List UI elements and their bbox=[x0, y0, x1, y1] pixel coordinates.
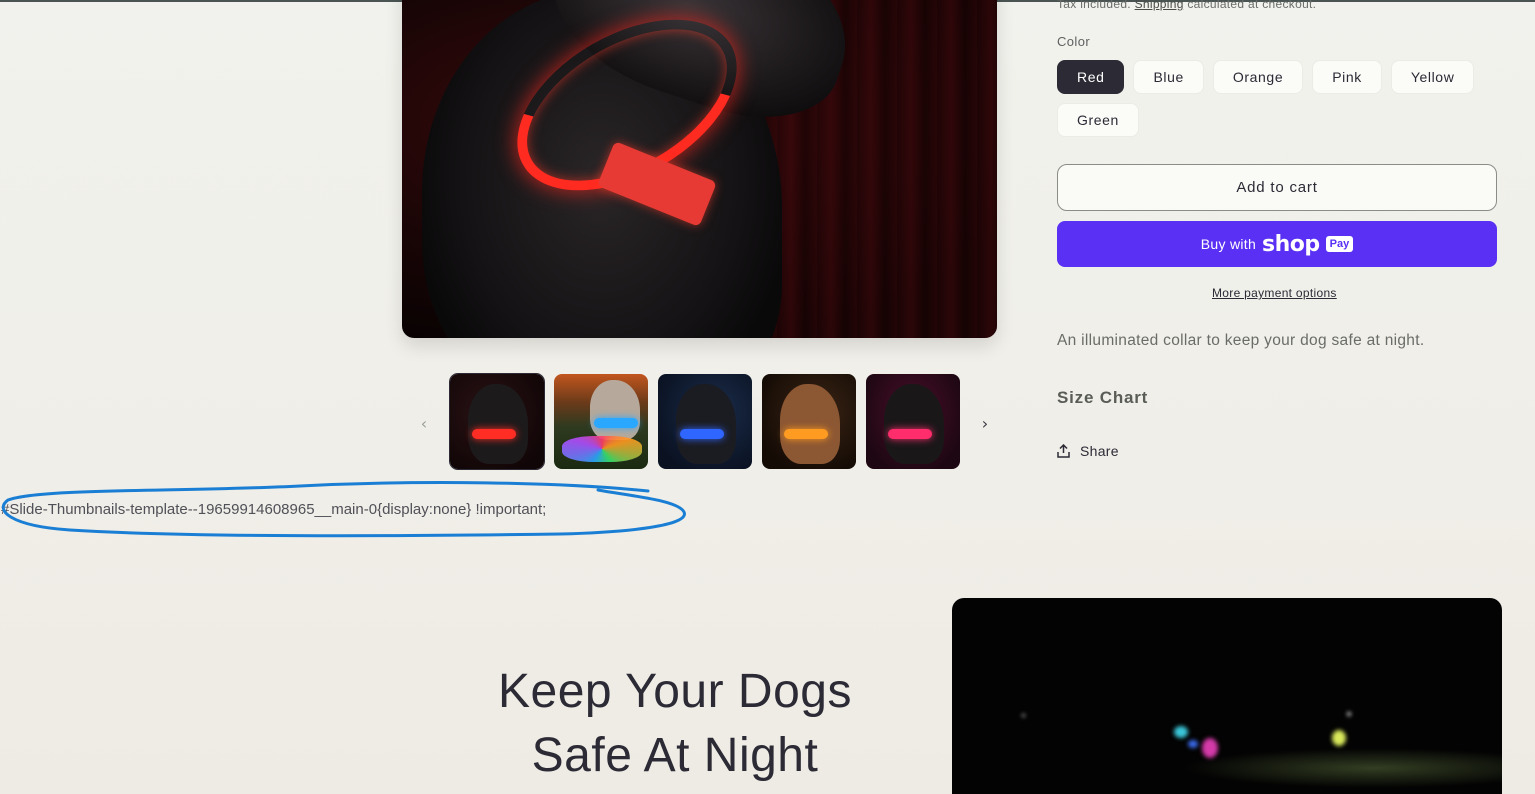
size-chart-toggle[interactable]: Size Chart bbox=[1057, 388, 1148, 408]
color-option-yellow[interactable]: Yellow bbox=[1390, 60, 1475, 94]
feature-heading-line1: Keep Your Dogs bbox=[498, 665, 852, 718]
shipping-link[interactable]: Shipping bbox=[1135, 0, 1184, 11]
thumbnail-strip bbox=[449, 373, 960, 470]
color-options: Red Blue Orange Pink Yellow Green bbox=[1057, 60, 1497, 137]
thumbnail-collar bbox=[594, 418, 638, 428]
thumbnail-orange[interactable] bbox=[762, 374, 856, 469]
video-glow-magenta bbox=[1202, 738, 1218, 758]
thumbnail-dog bbox=[676, 384, 736, 464]
thumbnail-collar bbox=[472, 429, 516, 439]
thumbnail-blue[interactable] bbox=[658, 374, 752, 469]
chevron-left-icon: ‹ bbox=[420, 413, 428, 433]
thumbnail-dog bbox=[468, 384, 528, 464]
video-glow-white bbox=[1347, 712, 1351, 716]
chevron-right-icon: › bbox=[981, 413, 989, 433]
color-option-green[interactable]: Green bbox=[1057, 103, 1139, 137]
more-payment-options-link[interactable]: More payment options bbox=[1212, 286, 1337, 300]
pay-badge: Pay bbox=[1325, 236, 1354, 252]
video-glow-cyan bbox=[1174, 726, 1188, 738]
shop-logo: shop bbox=[1262, 231, 1320, 257]
thumbnail-prev-button[interactable]: ‹ bbox=[414, 413, 434, 433]
color-option-orange[interactable]: Orange bbox=[1212, 60, 1304, 94]
color-option-pink[interactable]: Pink bbox=[1312, 60, 1382, 94]
color-option-red[interactable]: Red bbox=[1057, 60, 1125, 94]
thumbnail-next-button[interactable]: › bbox=[975, 413, 995, 433]
color-option-blue[interactable]: Blue bbox=[1133, 60, 1204, 94]
thumbnail-pink[interactable] bbox=[866, 374, 960, 469]
color-label: Color bbox=[1057, 34, 1091, 49]
feature-video[interactable] bbox=[952, 598, 1502, 794]
video-ground-glow bbox=[1182, 748, 1502, 788]
thumbnail-collar bbox=[784, 429, 828, 439]
video-glow-yellow bbox=[1332, 730, 1346, 746]
thumbnail-dog bbox=[884, 384, 944, 464]
thumbnail-collar bbox=[680, 429, 724, 439]
buy-with-text: Buy with bbox=[1200, 236, 1257, 252]
buy-with-shop-pay-button[interactable]: Buy with shop Pay bbox=[1057, 221, 1497, 267]
share-icon bbox=[1057, 444, 1070, 458]
thumbnail-multicolor[interactable] bbox=[554, 374, 648, 469]
thumbnail-dog bbox=[590, 380, 640, 440]
tax-suffix: calculated at checkout. bbox=[1187, 0, 1317, 11]
video-glow-white bbox=[1022, 714, 1025, 717]
thumbnail-red[interactable] bbox=[449, 373, 545, 470]
thumbnail-collar bbox=[888, 429, 932, 439]
share-button[interactable]: Share bbox=[1057, 443, 1119, 459]
thumbnail-collar-set bbox=[562, 436, 642, 462]
feature-heading: Keep Your Dogs Safe At Night bbox=[440, 660, 910, 788]
tax-text: Tax included. bbox=[1057, 0, 1131, 11]
video-glow-blue bbox=[1188, 740, 1198, 748]
share-label: Share bbox=[1080, 443, 1119, 459]
feature-heading-line2: Safe At Night bbox=[531, 729, 819, 782]
thumbnail-dog bbox=[780, 384, 840, 464]
main-product-image[interactable] bbox=[402, 0, 997, 338]
tax-info: Tax included. Shipping calculated at che… bbox=[1057, 0, 1316, 11]
css-snippet-text: #Slide-Thumbnails-template--196599146089… bbox=[1, 501, 547, 518]
add-to-cart-button[interactable]: Add to cart bbox=[1057, 164, 1497, 211]
product-description: An illuminated collar to keep your dog s… bbox=[1057, 332, 1425, 349]
